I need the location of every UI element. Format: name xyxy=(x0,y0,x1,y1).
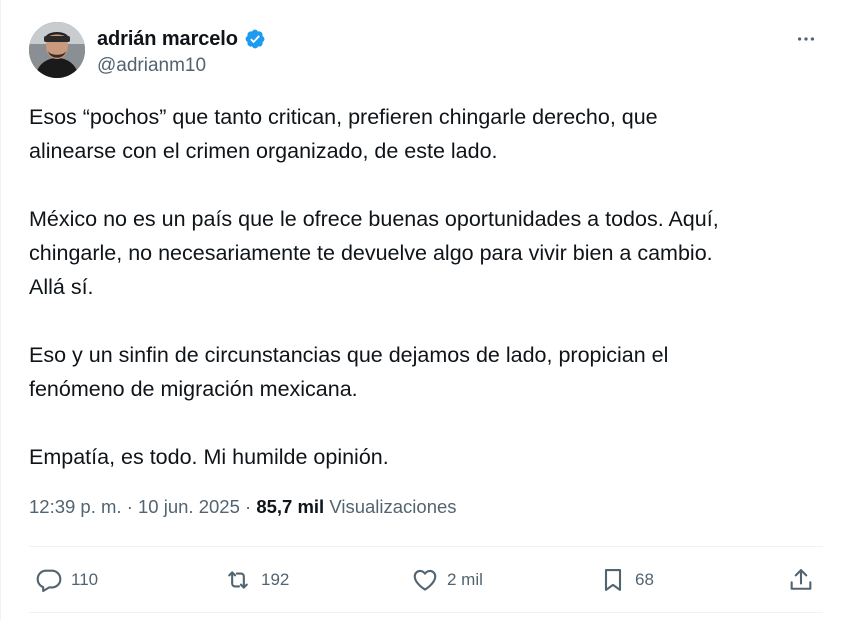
avatar[interactable] xyxy=(29,22,85,78)
meta-separator: · xyxy=(239,496,257,517)
tweet-paragraph: Eso y un sinfin de circunstancias que de… xyxy=(29,343,669,401)
divider xyxy=(29,612,823,613)
tweet-meta: 12:39 p. m. · 10 jun. 2025 · 85,7 mil Vi… xyxy=(29,496,457,518)
reply-count: 110 xyxy=(71,570,99,589)
share-icon xyxy=(790,569,812,590)
bookmark-button[interactable]: 68 xyxy=(599,548,654,612)
heart-icon xyxy=(413,569,437,591)
name-row: adrián marcelo xyxy=(97,26,266,52)
bookmark-count: 68 xyxy=(635,570,654,589)
views-count[interactable]: 85,7 mil xyxy=(256,496,324,517)
tweet-time[interactable]: 12:39 p. m. xyxy=(29,496,122,517)
verified-badge-icon xyxy=(244,28,266,50)
like-count: 2 mil xyxy=(447,570,483,589)
more-options-button[interactable] xyxy=(791,24,821,54)
tweet-paragraph: Esos “pochos” que tanto critican, prefie… xyxy=(29,105,658,163)
user-handle[interactable]: @adrianm10 xyxy=(97,55,206,77)
bookmark-icon xyxy=(604,569,622,591)
repost-button[interactable]: 192 xyxy=(223,548,289,612)
reply-button[interactable]: 110 xyxy=(35,548,98,612)
display-name[interactable]: adrián marcelo xyxy=(97,28,238,51)
like-button[interactable]: 2 mil xyxy=(411,548,483,612)
views-label[interactable]: Visualizaciones xyxy=(324,496,456,517)
share-button[interactable] xyxy=(787,548,815,612)
tweet-paragraph: México no es un país que le ofrece buena… xyxy=(29,207,719,299)
meta-separator: · xyxy=(121,496,139,517)
tweet-header: adrián marcelo @adrianm10 xyxy=(29,22,825,82)
repost-icon xyxy=(228,571,248,589)
more-horizontal-icon xyxy=(797,37,815,41)
tweet-text: Esos “pochos” que tanto critican, prefie… xyxy=(29,100,819,474)
reply-icon xyxy=(36,569,62,593)
divider xyxy=(29,546,823,547)
repost-count: 192 xyxy=(261,570,290,589)
tweet-date[interactable]: 10 jun. 2025 xyxy=(138,496,240,517)
action-bar: 110 192 2 mil 68 xyxy=(29,548,823,612)
tweet-card: adrián marcelo @adrianm10 Esos “pochos” … xyxy=(0,0,842,620)
tweet-paragraph: Empatía, es todo. Mi humilde opinión. xyxy=(29,445,389,469)
